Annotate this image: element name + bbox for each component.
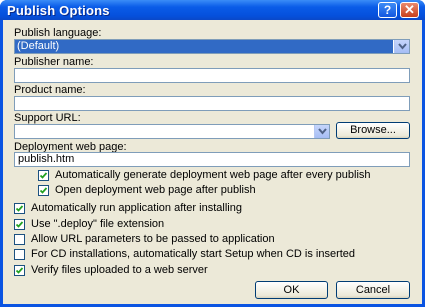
publish-language-value: (Default) bbox=[15, 40, 393, 53]
checkmark-icon bbox=[15, 267, 24, 274]
verify-files-checkbox[interactable] bbox=[14, 265, 25, 276]
checkmark-icon bbox=[39, 187, 48, 194]
window-title: Publish Options bbox=[7, 3, 110, 18]
dialog-body: Publish language: (Default) Publisher na… bbox=[3, 20, 422, 304]
deploy-extension-checkbox[interactable] bbox=[14, 219, 25, 230]
generate-page-label: Automatically generate deployment web pa… bbox=[55, 169, 371, 181]
product-name-label: Product name: bbox=[14, 84, 86, 96]
checkmark-icon bbox=[15, 221, 24, 228]
deploy-extension-label: Use ".deploy" file extension bbox=[31, 218, 165, 230]
close-button[interactable]: ✕ bbox=[400, 2, 419, 18]
support-url-dropdown-button[interactable] bbox=[314, 125, 329, 138]
product-name-input[interactable] bbox=[14, 96, 410, 111]
publish-language-select[interactable]: (Default) bbox=[14, 39, 410, 54]
generate-page-checkbox[interactable] bbox=[38, 170, 49, 181]
publisher-name-label: Publisher name: bbox=[14, 56, 94, 68]
title-bar[interactable]: Publish Options ? ✕ bbox=[0, 0, 425, 20]
chevron-down-icon bbox=[318, 128, 327, 135]
open-page-label: Open deployment web page after publish bbox=[55, 184, 256, 196]
publisher-name-input[interactable] bbox=[14, 68, 410, 83]
url-params-checkbox[interactable] bbox=[14, 234, 25, 245]
cd-autostart-checkbox[interactable] bbox=[14, 249, 25, 260]
support-url-value bbox=[15, 125, 17, 138]
support-url-combo[interactable] bbox=[14, 124, 330, 139]
cd-autostart-label: For CD installations, automatically star… bbox=[31, 248, 356, 260]
verify-files-label: Verify files uploaded to a web server bbox=[31, 264, 208, 276]
cancel-button[interactable]: Cancel bbox=[336, 281, 410, 299]
help-button[interactable]: ? bbox=[378, 2, 397, 18]
auto-run-label: Automatically run application after inst… bbox=[31, 202, 242, 214]
checkmark-icon bbox=[15, 205, 24, 212]
publish-language-dropdown-button[interactable] bbox=[394, 40, 409, 53]
checkmark-icon bbox=[39, 172, 48, 179]
publish-options-dialog: Publish Options ? ✕ Publish language: (D… bbox=[0, 0, 425, 307]
support-url-label: Support URL: bbox=[14, 112, 81, 124]
open-page-checkbox[interactable] bbox=[38, 185, 49, 196]
browse-button[interactable]: Browse... bbox=[336, 122, 410, 139]
deployment-page-input[interactable]: publish.htm bbox=[14, 152, 410, 167]
auto-run-checkbox[interactable] bbox=[14, 203, 25, 214]
publish-language-label: Publish language: bbox=[14, 27, 102, 39]
ok-button[interactable]: OK bbox=[255, 281, 328, 299]
chevron-down-icon bbox=[398, 43, 407, 50]
url-params-label: Allow URL parameters to be passed to app… bbox=[31, 233, 275, 245]
